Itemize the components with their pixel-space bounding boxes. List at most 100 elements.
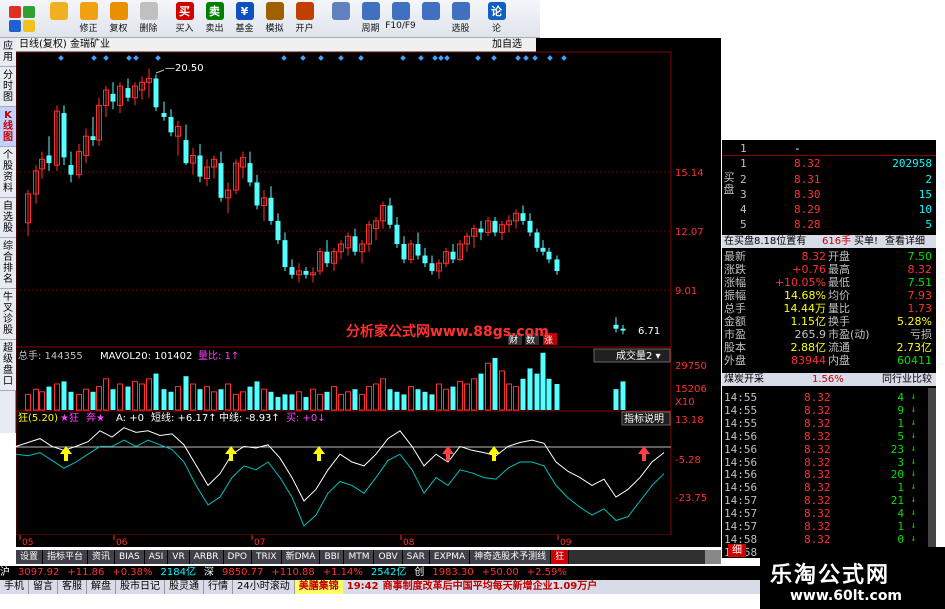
trade-row: 14:588.320↓	[722, 533, 936, 546]
industry-name[interactable]: 煤炭开采	[724, 373, 764, 386]
osc-mid-line	[16, 439, 665, 527]
left-tab-1[interactable]: 分时图	[0, 67, 16, 107]
indicator-tab-12[interactable]: OBV	[374, 550, 403, 564]
volume-bar-up	[296, 391, 302, 411]
industry-compare-link[interactable]: 同行业比较	[882, 373, 932, 386]
volume-bar-up	[408, 386, 414, 411]
tab-scroll-button[interactable]	[705, 550, 721, 564]
indicator-tab-1[interactable]: 指标平台	[43, 550, 89, 564]
indicator-tab-4[interactable]: ASI	[144, 550, 169, 564]
indicator-tab-15[interactable]: 神奇选股术予测线	[470, 550, 552, 564]
pending-detail-link[interactable]: 查看详细	[885, 235, 925, 248]
left-tab-6[interactable]: 牛叉诊股	[0, 289, 16, 340]
clock-icon	[139, 2, 158, 20]
quote-value-2: 7.51	[907, 276, 933, 289]
app-logo[interactable]	[0, 0, 44, 37]
osc-axis-label: -5.28	[675, 455, 701, 466]
ticker-link-3[interactable]: 解盘	[87, 580, 116, 594]
trades-detail-tab[interactable]: 细	[728, 544, 746, 557]
toolbar-button-2[interactable]: 复权	[104, 0, 134, 37]
toolbar-button-0[interactable]	[44, 0, 74, 37]
time-axis-label: 06	[116, 538, 128, 547]
candle-body-down	[254, 182, 260, 206]
ticker-link-6[interactable]: 行情	[204, 580, 233, 594]
toolbar-button-9[interactable]	[326, 0, 356, 37]
quote-label: 最新	[724, 250, 746, 263]
indicator-tab-2[interactable]: 资讯	[88, 550, 116, 564]
signal-diamond-marker	[400, 55, 406, 61]
toolbar-button-5[interactable]: 卖卖出	[200, 0, 230, 37]
toolbar-button-8[interactable]: 开户	[290, 0, 320, 37]
osc-axis-label: 13.18	[675, 415, 704, 426]
indicator-tab-13[interactable]: SAR	[402, 550, 430, 564]
quote-row: 最新 8.32 开盘 7.50	[722, 250, 936, 263]
left-tab-2[interactable]: K线图	[0, 107, 16, 147]
indicator-tab-7[interactable]: DPO	[223, 550, 252, 564]
trade-price: 8.32	[804, 429, 831, 443]
chart-area[interactable]: 15.14 12.07 9.01 —20.50 6.71 财数涨分析家公式网www.88g…	[16, 38, 721, 547]
indicator-tab-5[interactable]: VR	[168, 550, 190, 564]
period-icon	[361, 2, 380, 20]
toolbar-button-label: 基金	[235, 24, 254, 34]
indicator-tab-11[interactable]: MTM	[344, 550, 375, 564]
quote-label-2: 均价	[828, 289, 850, 302]
indicator-tab-14[interactable]: EXPMA	[429, 550, 471, 564]
ticker-link-1[interactable]: 留言	[29, 580, 58, 594]
ticker-news[interactable]: 商事制度改革后中国平均每天新增企业1.09万户	[379, 580, 598, 594]
toolbar-button-label: 修正	[79, 24, 98, 34]
restore-icon	[109, 2, 128, 20]
indicator-tab-6[interactable]: ARBR	[189, 550, 224, 564]
toolbar-button-3[interactable]: 删除	[134, 0, 164, 37]
ticker-link-0[interactable]: 手机	[0, 580, 29, 594]
indicator-tab-0[interactable]: 设置	[16, 550, 44, 564]
toolbar-button-4[interactable]: 买买入	[170, 0, 200, 37]
quote-label: 振幅	[724, 289, 746, 302]
trades-scrollbar[interactable]	[928, 388, 936, 558]
toolbar-button-11[interactable]: F10/F9	[385, 0, 416, 37]
signal-diamond-marker	[300, 55, 306, 61]
indicator-tab-9[interactable]: 新DMA	[281, 550, 321, 564]
indicator-tab-16[interactable]: 狂	[551, 550, 570, 564]
ticker-link-7[interactable]: 24小时滚动	[233, 580, 295, 594]
pending-label: 在买盘8.18位置有	[724, 236, 807, 247]
toolbar-button-6[interactable]: ¥ 基金	[230, 0, 260, 37]
ticker-link-5[interactable]: 股灵通	[165, 580, 204, 594]
left-tab-3[interactable]: 个股资料	[0, 147, 16, 198]
trade-price: 8.32	[804, 391, 831, 404]
left-tab-0[interactable]: 应用	[0, 38, 16, 67]
ticker-ad[interactable]: 美膳集锦	[294, 580, 343, 594]
toolbar-button-13[interactable]: 选股	[446, 0, 476, 37]
add-favorite-button[interactable]: 加自选	[492, 38, 522, 52]
quote-value-2: 2.73亿	[896, 341, 933, 354]
price-axis-label: 12.07	[675, 227, 704, 238]
toolbar-button-1[interactable]: 修正	[74, 0, 104, 37]
trade-price: 8.32	[804, 468, 831, 482]
left-tab-label: 分时图	[3, 70, 13, 103]
candle-body-down	[613, 324, 619, 329]
left-tab-5[interactable]: 综合排名	[0, 238, 16, 289]
left-tab-7[interactable]: 超级盘口	[0, 340, 16, 391]
toolbar-button-10[interactable]: 周期	[356, 0, 386, 37]
toolbar-button-14[interactable]: 论论	[482, 0, 512, 37]
ticker-link-2[interactable]: 客服	[58, 580, 87, 594]
orderbook-volume: 15	[918, 188, 932, 201]
volume-bar-up	[457, 380, 463, 411]
volume-bar-up	[25, 393, 31, 411]
signal-diamond-marker	[547, 55, 553, 61]
candle-body-down	[161, 113, 167, 117]
volume-bar-up	[204, 386, 210, 411]
volume-bar-down	[183, 376, 189, 410]
indicator-tab-10[interactable]: BBI	[320, 550, 345, 564]
indicator-tab-3[interactable]: BIAS	[115, 550, 145, 564]
volume-bar-up	[373, 383, 379, 411]
quote-row: 总手 14.44万 量比 1.73	[722, 302, 936, 315]
volume-bar-down	[620, 381, 626, 410]
indicator-tab-8[interactable]: TRIX	[252, 550, 282, 564]
ticker-link-4[interactable]: 股市日记	[116, 580, 165, 594]
pending-buy-link[interactable]: 买单!	[854, 235, 878, 248]
toolbar-button-7[interactable]: 模拟	[260, 0, 290, 37]
toolbar-button-12[interactable]	[416, 0, 446, 37]
trade-volume: 1	[897, 520, 904, 533]
sh-amount: 2184亿	[160, 567, 196, 578]
left-tab-4[interactable]: 自选股	[0, 198, 16, 238]
